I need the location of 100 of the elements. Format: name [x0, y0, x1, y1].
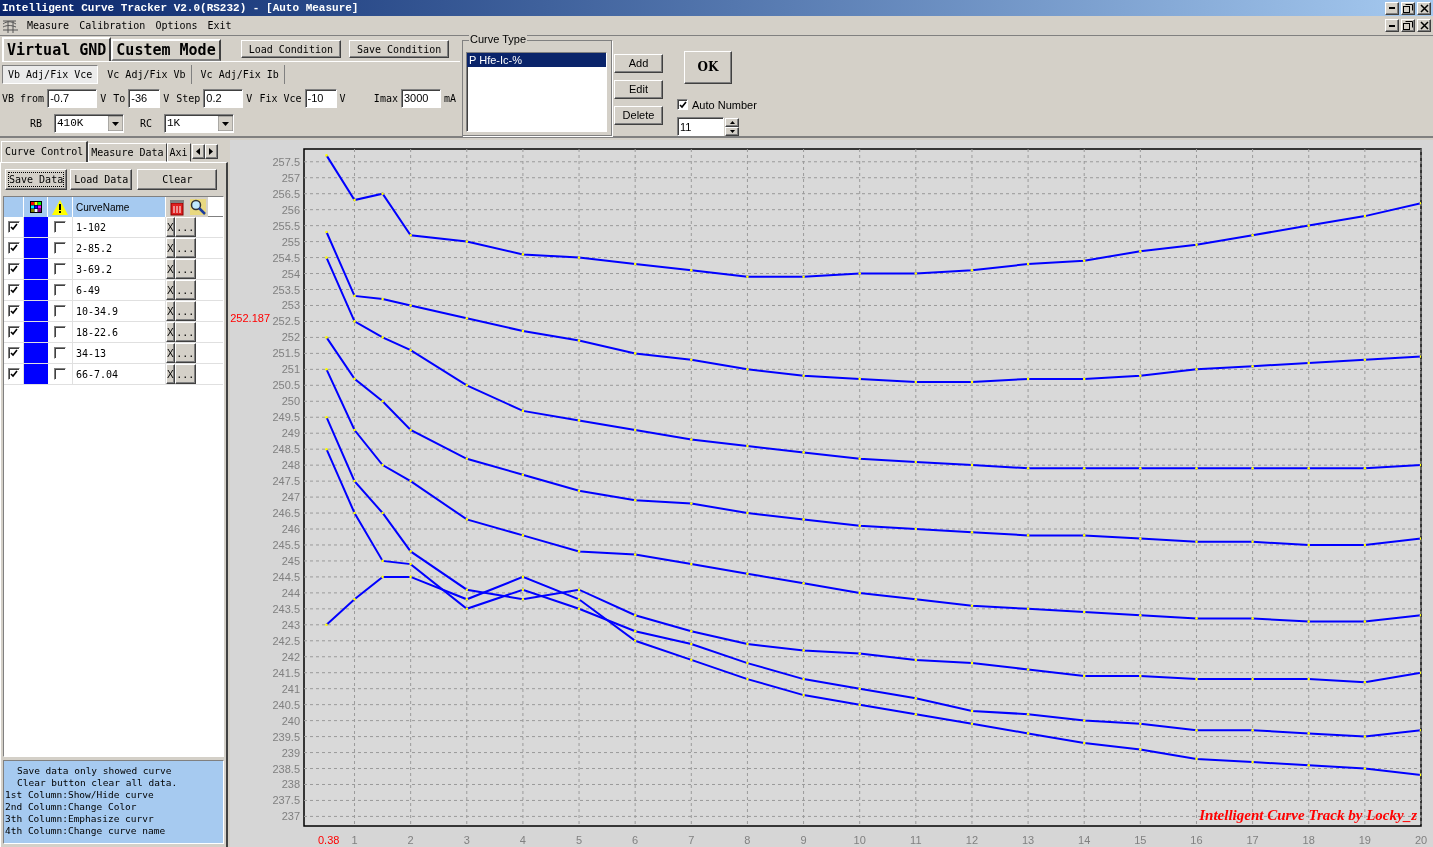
dropdown[interactable]: 410K [54, 113, 124, 133]
remove-curve-button[interactable]: X [166, 217, 175, 237]
panel-tab[interactable]: Curve Control [1, 141, 89, 162]
show-checkbox[interactable] [7, 347, 20, 359]
scroll-left-button[interactable] [191, 144, 205, 159]
cursor-label: 252.187 [230, 312, 270, 324]
close-button[interactable] [1417, 19, 1431, 32]
remove-curve-button[interactable]: X [166, 343, 175, 363]
show-checkbox[interactable] [7, 221, 20, 233]
remove-curve-button[interactable]: X [166, 301, 175, 321]
spin-up-button[interactable] [725, 117, 739, 127]
input-field[interactable]: 3000 [400, 88, 441, 108]
edit-button[interactable]: ... [174, 280, 196, 300]
axis-tick-label: 250 [281, 395, 300, 408]
edit-button[interactable]: ... [174, 364, 196, 384]
field-label: RC [140, 116, 154, 131]
check-icon [9, 370, 18, 378]
unit-label: V [100, 91, 107, 106]
remove-curve-button[interactable]: X [166, 322, 175, 342]
axis-tick-label: 249.5 [272, 411, 300, 424]
edit-button[interactable]: ... [174, 343, 196, 363]
input-field[interactable]: -0.7 [47, 88, 98, 108]
color-swatch[interactable] [24, 217, 48, 237]
data-button[interactable]: Load Data [70, 169, 133, 190]
remove-curve-button[interactable]: X [166, 364, 175, 384]
show-checkbox[interactable] [7, 326, 20, 338]
help-line: 1st Column:Show/Hide curve [5, 789, 155, 801]
mode-tab[interactable]: Custem Mode [111, 39, 221, 61]
checkbox[interactable] [677, 99, 688, 111]
color-swatch[interactable] [24, 364, 48, 384]
edit-button[interactable]: ... [174, 322, 196, 342]
axis-tick-label: 256.5 [272, 187, 300, 200]
input-field[interactable]: 0.2 [203, 88, 244, 108]
color-swatch[interactable] [24, 343, 48, 363]
sweep-tab[interactable]: Vc Adj/Fix Vb [102, 65, 192, 84]
caret-icon [218, 115, 233, 131]
mode-tab[interactable]: Virtual GND [2, 37, 112, 61]
axis-tick-label: 11 [910, 834, 922, 846]
axis-tick-label: 19 [1358, 834, 1371, 846]
restore-button[interactable] [1401, 19, 1415, 32]
axis-tick-label: 242.5 [272, 634, 300, 647]
window-title: Intelligent Curve Tracker V2.0(RS232) - [Auto Measure] [2, 2, 359, 14]
remove-curve-button[interactable]: X [166, 280, 175, 300]
edit-button[interactable]: ... [174, 217, 196, 237]
up-arrow-icon [729, 120, 735, 124]
spin-down-button[interactable] [725, 126, 739, 136]
axis-tick-label: 243.5 [272, 602, 300, 615]
axis-tick-label: 17 [1246, 834, 1259, 846]
axis-tick-label: 244 [281, 586, 300, 599]
action-button[interactable]: Delete [614, 106, 663, 125]
menu-item[interactable]: Calibration [74, 18, 151, 33]
input-field[interactable]: -10 [304, 88, 337, 108]
axis-tick-label: 239 [281, 746, 300, 759]
color-swatch[interactable] [24, 259, 48, 279]
minimize-icon [1389, 24, 1395, 27]
axis-tick-label: 243 [281, 618, 300, 631]
menu-item[interactable]: Options [150, 18, 203, 33]
data-button[interactable]: Clear [137, 169, 218, 190]
color-swatch[interactable] [24, 322, 48, 342]
panel-tab[interactable]: Axi [166, 143, 191, 162]
sweep-tab[interactable]: Vb Adj/Fix Vce [2, 65, 99, 84]
axis-tick-label: 252.5 [272, 315, 300, 328]
menu-item[interactable]: Exit [202, 18, 237, 33]
data-button[interactable]: Save Data [5, 169, 68, 190]
condition-button[interactable]: Save Condition [349, 40, 450, 58]
condition-button[interactable]: Load Condition [240, 40, 341, 58]
show-checkbox[interactable] [7, 305, 20, 317]
list-item[interactable]: P Hfe-Ic-% [467, 53, 606, 67]
menu-item[interactable]: Measure [22, 18, 75, 33]
color-swatch[interactable] [24, 280, 48, 300]
show-checkbox[interactable] [7, 284, 20, 296]
restore-icon [1403, 21, 1413, 30]
ok-button[interactable]: OK [684, 51, 732, 84]
restore-button[interactable] [1401, 1, 1415, 15]
check-icon [9, 286, 18, 294]
remove-curve-button[interactable]: X [166, 238, 175, 258]
panel-tab[interactable]: Measure Data [88, 143, 167, 162]
minimize-button[interactable] [1385, 1, 1399, 15]
action-button[interactable]: Add [614, 54, 663, 73]
show-checkbox[interactable] [7, 263, 20, 275]
action-button[interactable]: Edit [614, 80, 663, 99]
minimize-button[interactable] [1385, 19, 1399, 32]
dropdown[interactable]: 1K [164, 113, 234, 133]
show-checkbox[interactable] [7, 242, 20, 254]
axis-tick-label: 247.5 [272, 475, 300, 488]
sweep-tab[interactable]: Vc Adj/Fix Ib [195, 65, 285, 84]
axis-tick-label: 238.5 [272, 762, 300, 775]
edit-button[interactable]: ... [174, 301, 196, 321]
list-box[interactable]: P Hfe-Ic-% [466, 52, 607, 132]
close-button[interactable] [1417, 1, 1431, 15]
input-field[interactable]: -36 [128, 88, 161, 108]
edit-button[interactable]: ... [174, 259, 196, 279]
color-swatch[interactable] [24, 238, 48, 258]
show-checkbox[interactable] [7, 368, 20, 380]
edit-button[interactable]: ... [174, 238, 196, 258]
axis-tick-label: 4 [519, 834, 526, 846]
remove-curve-button[interactable]: X [166, 259, 175, 279]
cursor-label: 0.38 [318, 834, 340, 846]
number-field[interactable]: 11 [677, 117, 724, 136]
color-swatch[interactable] [24, 301, 48, 321]
